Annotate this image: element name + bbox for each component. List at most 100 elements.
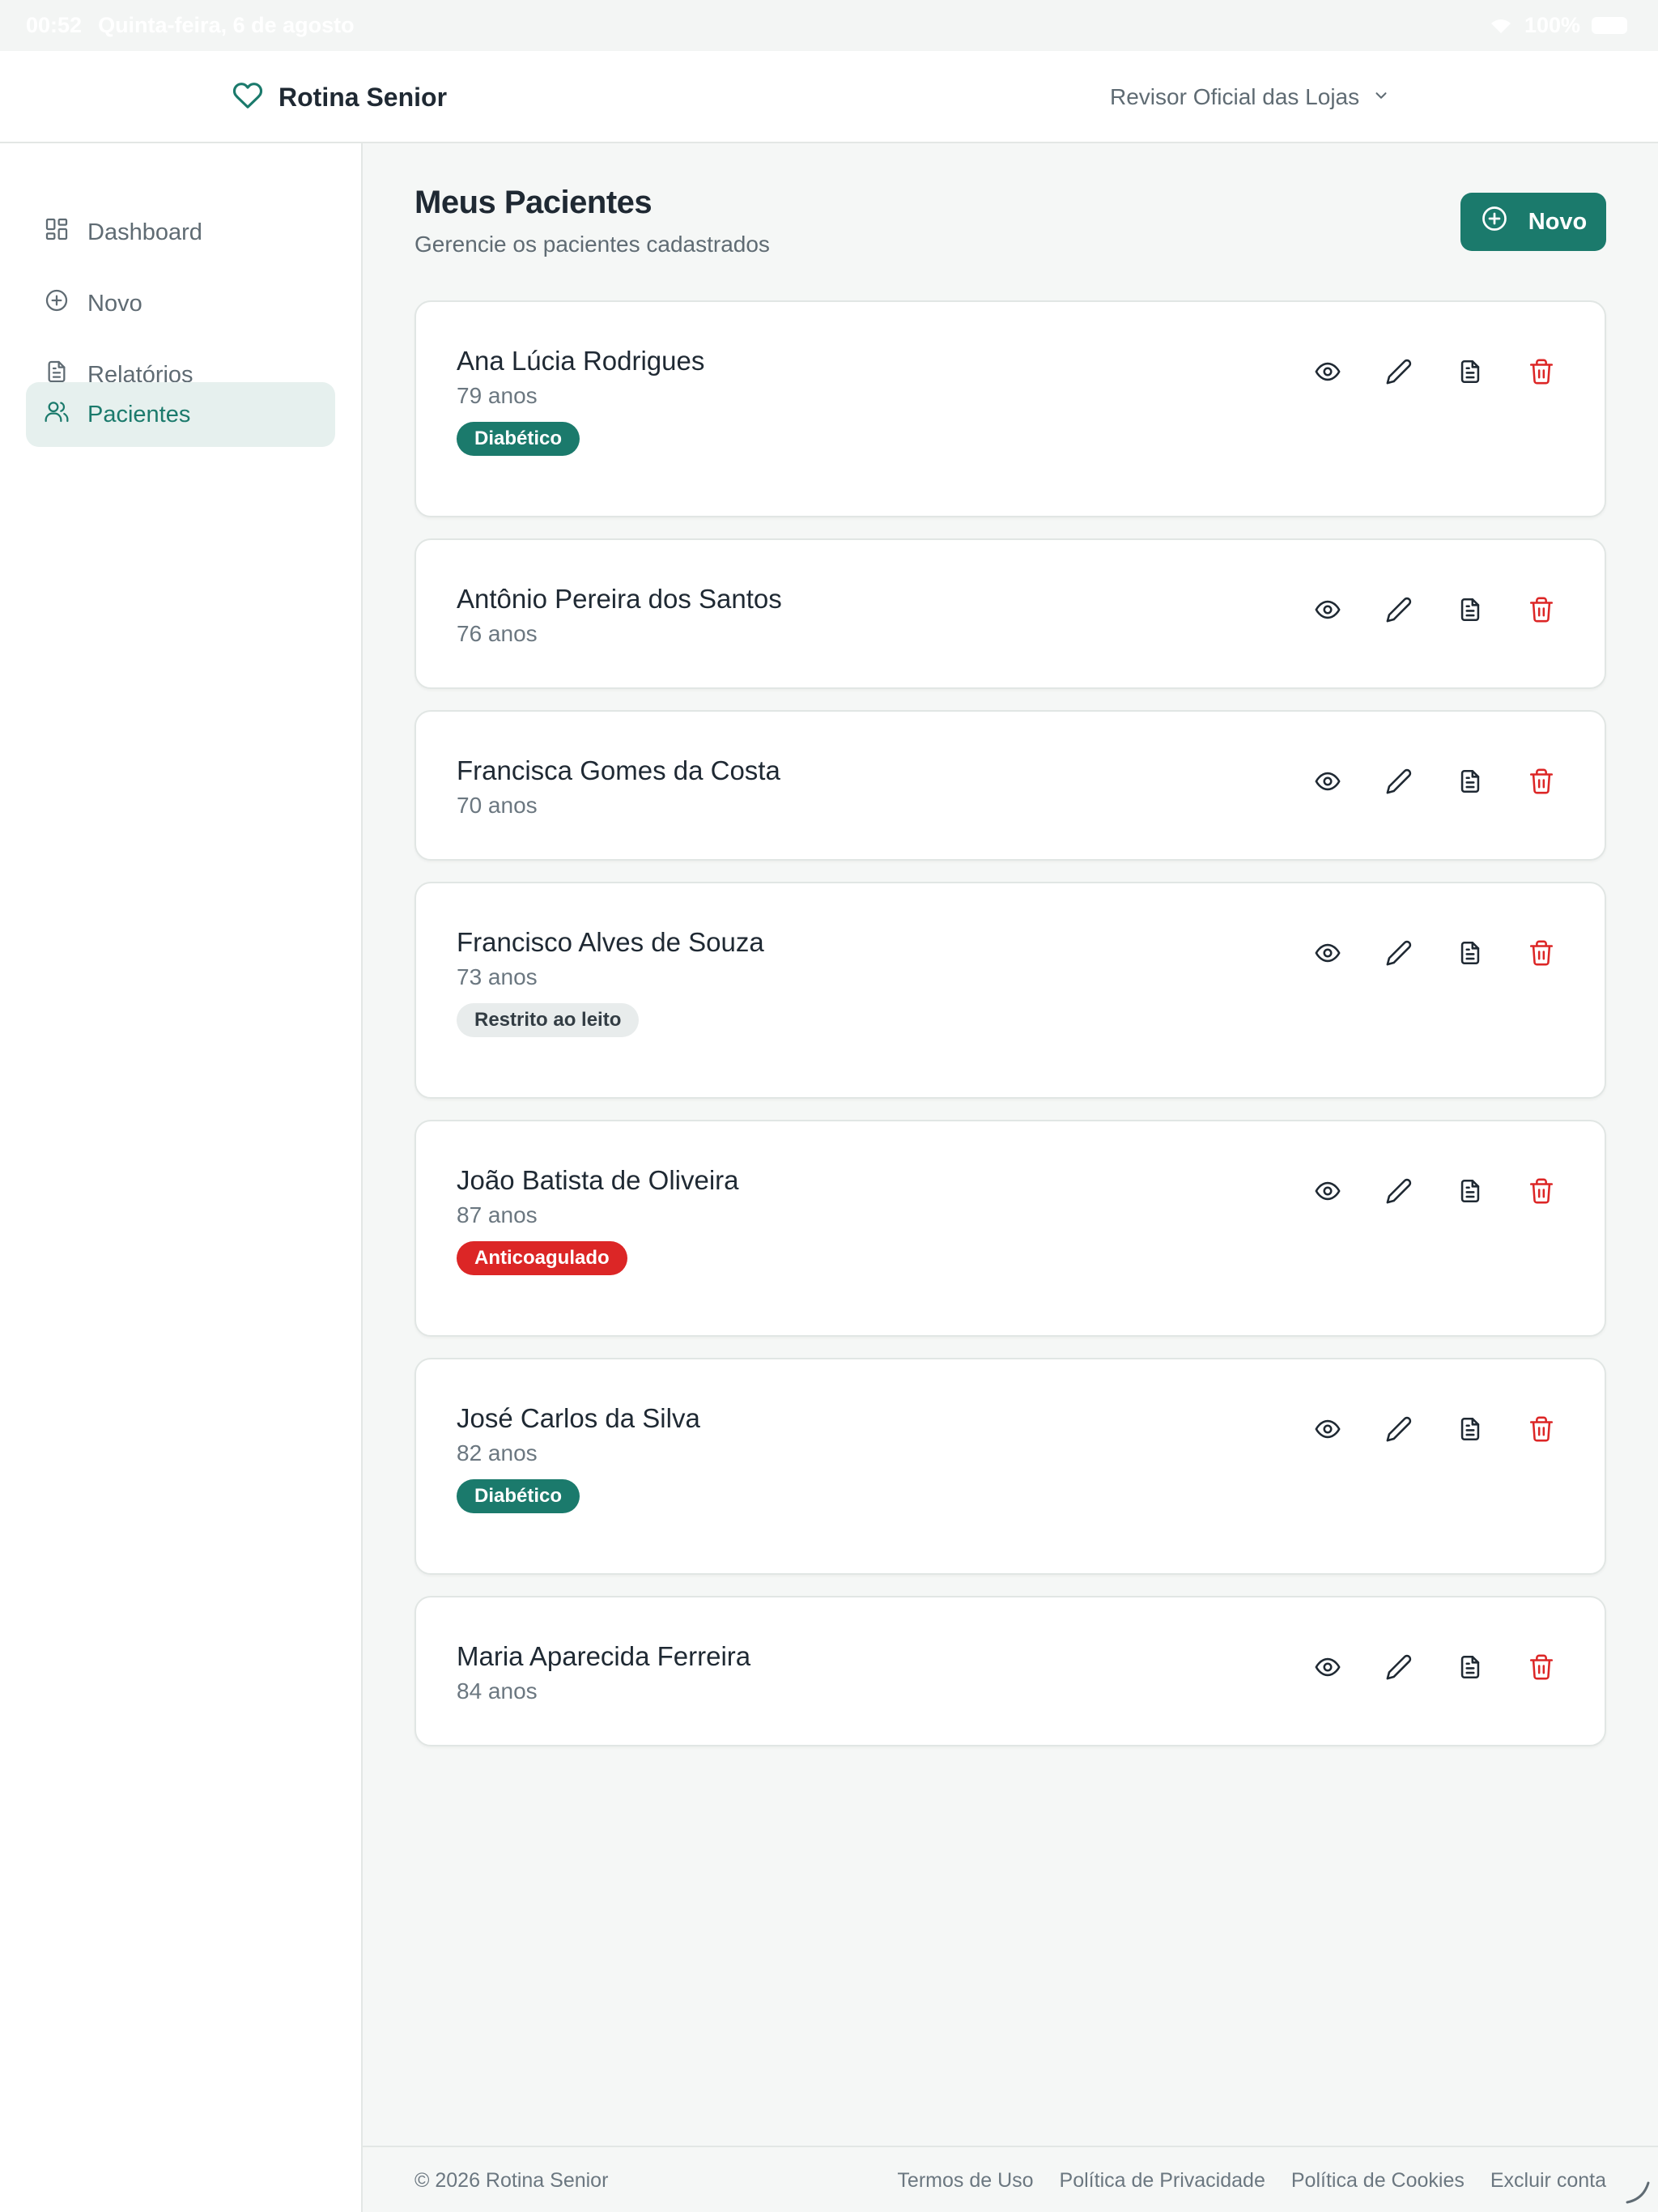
brand-title: Rotina Senior (278, 82, 448, 112)
plus-circle-icon (44, 287, 70, 320)
sidebar-item-novo[interactable]: Novo (26, 271, 335, 336)
trash-icon (1528, 939, 1555, 971)
condition-badge: Diabético (457, 1479, 580, 1513)
eye-icon (1314, 939, 1341, 971)
view-button[interactable] (1310, 1651, 1346, 1687)
pencil-icon (1385, 768, 1413, 799)
trash-icon (1528, 358, 1555, 389)
footer-links: Termos de Uso Política de Privacidade Po… (897, 2147, 1606, 2212)
sidebar-item-dashboard[interactable]: Dashboard (26, 200, 335, 265)
trash-icon (1528, 768, 1555, 799)
view-button[interactable] (1310, 1175, 1346, 1210)
sidebar-item-pacientes[interactable]: Pacientes (26, 382, 335, 447)
patient-age: 73 anos (457, 964, 538, 989)
view-button[interactable] (1310, 765, 1346, 801)
view-button[interactable] (1310, 1413, 1346, 1448)
edit-button[interactable] (1381, 1651, 1417, 1687)
resize-handle-icon[interactable] (1621, 2175, 1653, 2207)
view-button[interactable] (1310, 593, 1346, 629)
report-button[interactable] (1452, 593, 1488, 629)
eye-icon (1314, 358, 1341, 389)
pencil-icon (1385, 939, 1413, 971)
condition-badge: Anticoagulado (457, 1241, 627, 1275)
patient-name: Ana Lúcia Rodrigues (457, 346, 705, 376)
patient-card[interactable]: Francisca Gomes da Costa 70 anos (414, 710, 1606, 861)
plus-circle-icon (1480, 204, 1509, 240)
status-bar: 00:52 Quinta-feira, 6 de agosto 100% (0, 0, 1658, 51)
patient-card[interactable]: Maria Aparecida Ferreira 84 anos (414, 1596, 1606, 1746)
user-menu[interactable]: Revisor Oficial das Lojas (1110, 51, 1390, 143)
user-name: Revisor Oficial das Lojas (1110, 84, 1360, 109)
eye-icon (1314, 1177, 1341, 1209)
report-button[interactable] (1452, 1175, 1488, 1210)
patient-actions (1310, 765, 1559, 801)
patient-age: 70 anos (457, 793, 538, 818)
delete-button[interactable] (1524, 355, 1559, 391)
sidebar-item-label: Novo (87, 290, 142, 317)
edit-button[interactable] (1381, 765, 1417, 801)
delete-button[interactable] (1524, 1175, 1559, 1210)
report-button[interactable] (1452, 765, 1488, 801)
eye-icon (1314, 1415, 1341, 1447)
sidebar: Dashboard Novo Relatórios Pacientes (0, 143, 363, 2212)
patient-age: 79 anos (457, 383, 538, 408)
view-button[interactable] (1310, 355, 1346, 391)
document-icon (1456, 939, 1484, 971)
patient-age: 76 anos (457, 621, 538, 646)
dashboard-icon (44, 216, 70, 249)
report-button[interactable] (1452, 937, 1488, 972)
patient-name: Francisco Alves de Souza (457, 927, 764, 957)
trash-icon (1528, 596, 1555, 627)
patient-actions (1310, 937, 1559, 972)
patient-age: 82 anos (457, 1440, 538, 1465)
privacy-link[interactable]: Política de Privacidade (1060, 2169, 1265, 2193)
edit-button[interactable] (1381, 593, 1417, 629)
report-button[interactable] (1452, 355, 1488, 391)
delete-button[interactable] (1524, 765, 1559, 801)
edit-button[interactable] (1381, 937, 1417, 972)
document-icon (1456, 1653, 1484, 1685)
patient-card[interactable]: Ana Lúcia Rodrigues 79 anos Diabético (414, 300, 1606, 517)
eye-icon (1314, 596, 1341, 627)
pencil-icon (1385, 596, 1413, 627)
new-patient-button[interactable]: Novo (1460, 193, 1606, 251)
sidebar-item-label: Dashboard (87, 219, 202, 245)
delete-account-link[interactable]: Excluir conta (1490, 2169, 1606, 2193)
pencil-icon (1385, 358, 1413, 389)
patient-age: 84 anos (457, 1678, 538, 1704)
page-subtitle: Gerencie os pacientes cadastrados (414, 232, 770, 257)
delete-button[interactable] (1524, 1651, 1559, 1687)
edit-button[interactable] (1381, 355, 1417, 391)
patient-card[interactable]: João Batista de Oliveira 87 anos Anticoagu… (414, 1120, 1606, 1337)
footer: © 2026 Rotina Senior Termos de Uso Polít… (363, 2146, 1658, 2212)
delete-button[interactable] (1524, 593, 1559, 629)
document-icon (1456, 1177, 1484, 1209)
cookies-link[interactable]: Política de Cookies (1291, 2169, 1465, 2193)
battery-icon (1592, 17, 1627, 34)
condition-badge: Diabético (457, 422, 580, 456)
patient-actions (1310, 1651, 1559, 1687)
wifi-icon (1489, 17, 1513, 35)
heart-icon (232, 80, 264, 115)
delete-button[interactable] (1524, 937, 1559, 972)
terms-link[interactable]: Termos de Uso (897, 2169, 1033, 2193)
document-icon (1456, 768, 1484, 799)
condition-badge: Restrito ao leito (457, 1003, 640, 1037)
patient-card[interactable]: Francisco Alves de Souza 73 anos Restrito … (414, 882, 1606, 1099)
delete-button[interactable] (1524, 1413, 1559, 1448)
edit-button[interactable] (1381, 1175, 1417, 1210)
patient-actions (1310, 593, 1559, 629)
report-button[interactable] (1452, 1413, 1488, 1448)
copyright: © 2026 Rotina Senior (414, 2168, 609, 2192)
trash-icon (1528, 1177, 1555, 1209)
patient-card[interactable]: José Carlos da Silva 82 anos Diabético (414, 1358, 1606, 1575)
patient-age: 87 anos (457, 1202, 538, 1227)
patient-card[interactable]: Antônio Pereira dos Santos 76 anos (414, 538, 1606, 689)
report-button[interactable] (1452, 1651, 1488, 1687)
edit-button[interactable] (1381, 1413, 1417, 1448)
brand[interactable]: Rotina Senior (232, 51, 447, 143)
view-button[interactable] (1310, 937, 1346, 972)
users-icon (44, 398, 70, 431)
chevron-down-icon (1372, 84, 1390, 110)
sidebar-item-label: Pacientes (87, 401, 191, 428)
